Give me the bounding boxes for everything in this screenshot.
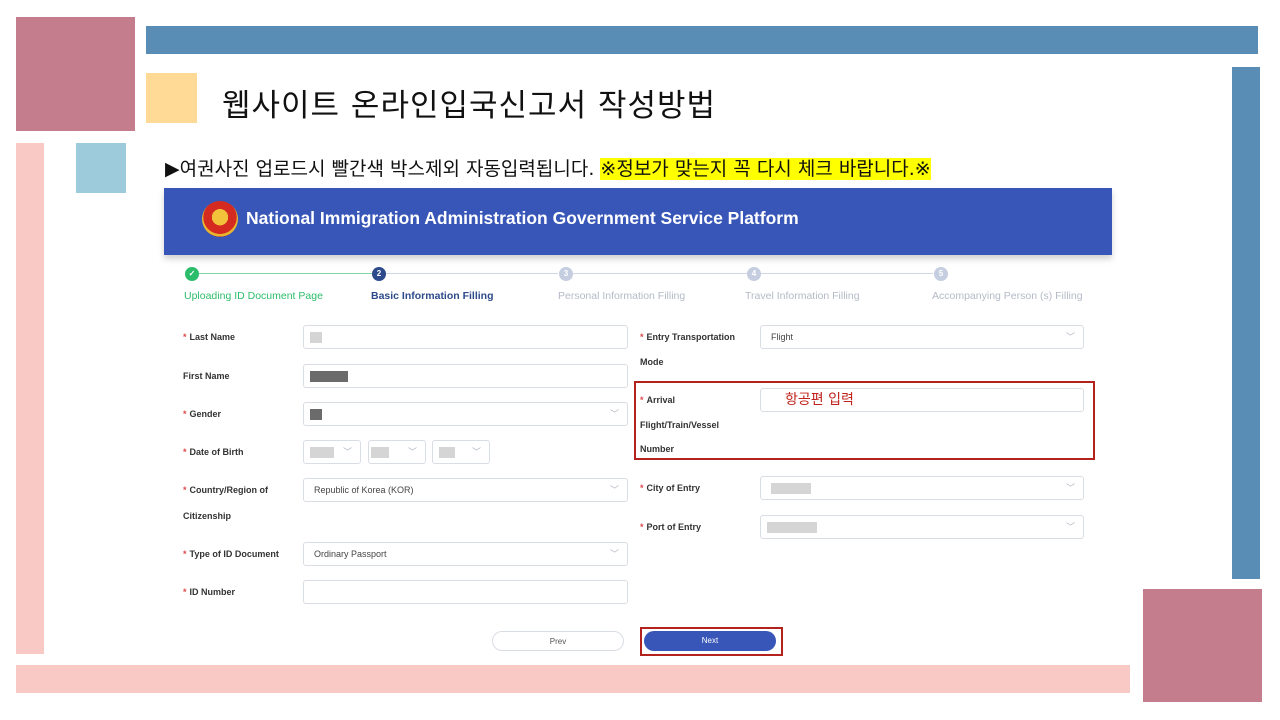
- deco-pink-bar-left: [16, 143, 44, 654]
- deco-peach-square: [146, 73, 197, 123]
- redacted-value: [310, 409, 322, 420]
- slide-title: 웹사이트 온라인입국신고서 작성방법: [222, 88, 717, 124]
- city-label: * City of Entry: [640, 483, 701, 493]
- step-3-number: 3: [559, 267, 573, 281]
- id-type-value: Ordinary Passport: [314, 549, 387, 559]
- chevron-down-icon: ﹀: [471, 447, 481, 457]
- step-5-number: 5: [934, 267, 948, 281]
- first-name-label: First Name: [183, 371, 230, 381]
- app-title: National Immigration Administration Gove…: [246, 208, 799, 228]
- step-4-number: 4: [747, 267, 761, 281]
- prev-button[interactable]: Prev: [492, 631, 624, 651]
- note-text: ▶여권사진 업로드시 빨간색 박스제외 자동입력됩니다.: [165, 158, 601, 180]
- step-3-label[interactable]: Personal Information Filling: [558, 290, 685, 302]
- country-select[interactable]: Republic of Korea (KOR) ﹀: [303, 478, 628, 502]
- dob-month-select[interactable]: ﹀: [368, 440, 426, 464]
- step-1-label[interactable]: Uploading ID Document Page: [184, 290, 323, 302]
- country-label: * Country/Region of: [183, 485, 269, 495]
- last-name-label: * Last Name: [183, 332, 236, 342]
- step-2-label[interactable]: Basic Information Filling: [371, 290, 494, 302]
- first-name-input[interactable]: [303, 364, 628, 388]
- highlight-box-arrival: [634, 381, 1095, 460]
- progress-steps: ✓ 2 3 4 5 Uploading ID Document Page Bas…: [164, 264, 1112, 304]
- deco-blue-bar-top: [146, 26, 1258, 54]
- deco-pink-bar-bottom: [16, 665, 1130, 693]
- chevron-down-icon: ﹀: [1065, 483, 1075, 493]
- country-value: Republic of Korea (KOR): [314, 485, 414, 495]
- deco-light-blue-square: [76, 143, 126, 193]
- redacted-value: [371, 447, 389, 458]
- highlight-box-next: [640, 627, 783, 656]
- step-4-label[interactable]: Travel Information Filling: [745, 290, 860, 302]
- note-highlight: ※정보가 맞는지 꼭 다시 체크 바랍니다.※: [600, 158, 931, 180]
- chevron-down-icon: ﹀: [1065, 522, 1075, 532]
- step-connector: [761, 273, 933, 274]
- national-emblem-icon: [202, 201, 238, 237]
- id-type-select[interactable]: Ordinary Passport ﹀: [303, 542, 628, 566]
- transport-select[interactable]: Flight ﹀: [760, 325, 1084, 349]
- redacted-value: [767, 522, 817, 533]
- redacted-value: [310, 371, 348, 382]
- step-1-check-icon: ✓: [185, 267, 199, 281]
- deco-blue-bar-right: [1232, 67, 1260, 579]
- dob-day-select[interactable]: ﹀: [432, 440, 490, 464]
- step-5-label[interactable]: Accompanying Person (s) Filling: [932, 290, 1083, 302]
- port-label: * Port of Entry: [640, 522, 702, 532]
- port-select[interactable]: ﹀: [760, 515, 1084, 539]
- last-name-input[interactable]: [303, 325, 628, 349]
- deco-rose-square-top: [16, 17, 135, 131]
- redacted-value: [310, 447, 334, 458]
- chevron-down-icon: ﹀: [407, 447, 417, 457]
- transport-value: Flight: [771, 332, 794, 342]
- deco-rose-square-bottom: [1143, 589, 1262, 702]
- transport-label-line2: Mode: [640, 357, 664, 367]
- dob-year-select[interactable]: ﹀: [303, 440, 361, 464]
- redacted-value: [771, 483, 811, 494]
- dob-label: * Date of Birth: [183, 447, 244, 457]
- step-connector: [386, 273, 558, 274]
- instruction-note: ▶여권사진 업로드시 빨간색 박스제외 자동입력됩니다. ※정보가 맞는지 꼭 …: [165, 154, 931, 181]
- chevron-down-icon: ﹀: [609, 549, 619, 559]
- redacted-value: [310, 332, 322, 343]
- country-label-line2: Citizenship: [183, 511, 232, 521]
- chevron-down-icon: ﹀: [609, 409, 619, 419]
- transport-label: * Entry Transportation: [640, 332, 736, 342]
- step-connector: [192, 273, 372, 274]
- id-number-label: * ID Number: [183, 587, 236, 597]
- gender-select[interactable]: ﹀: [303, 402, 628, 426]
- chevron-down-icon: ﹀: [1065, 332, 1075, 342]
- step-2-number: 2: [372, 267, 386, 281]
- chevron-down-icon: ﹀: [609, 485, 619, 495]
- id-type-label: * Type of ID Document: [183, 549, 279, 559]
- chevron-down-icon: ﹀: [342, 447, 352, 457]
- step-connector: [573, 273, 747, 274]
- city-select[interactable]: ﹀: [760, 476, 1084, 500]
- id-number-input[interactable]: [303, 580, 628, 604]
- gender-label: * Gender: [183, 409, 222, 419]
- app-banner: National Immigration Administration Gove…: [164, 188, 1112, 255]
- redacted-value: [439, 447, 455, 458]
- form-screenshot: National Immigration Administration Gove…: [164, 188, 1112, 658]
